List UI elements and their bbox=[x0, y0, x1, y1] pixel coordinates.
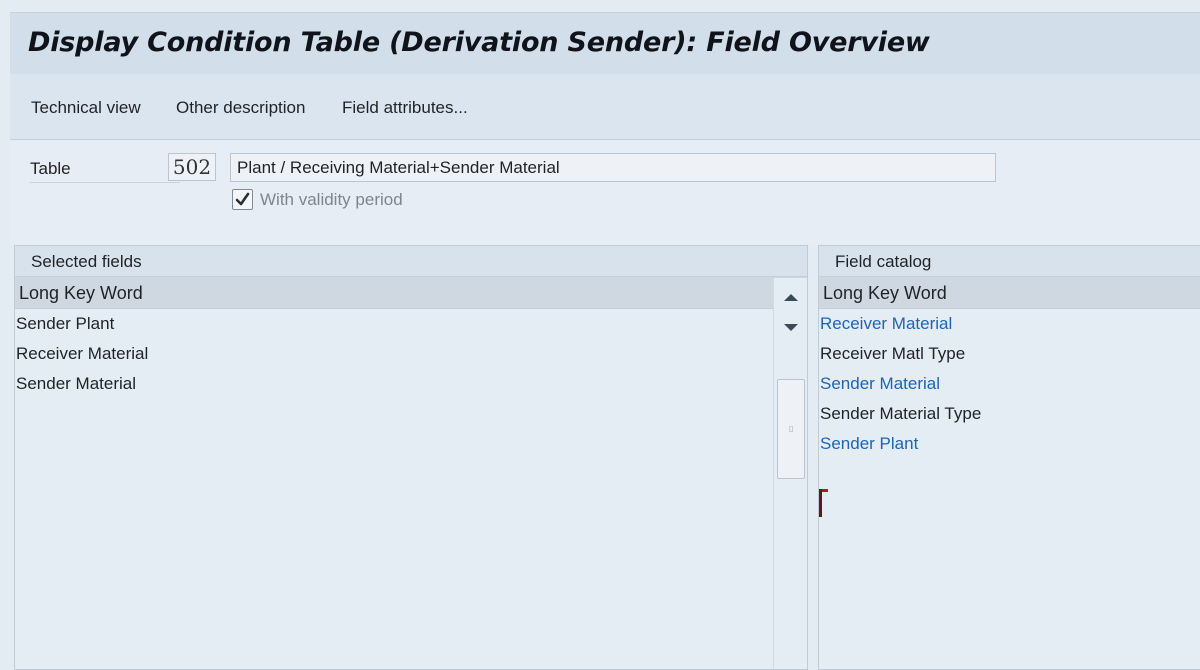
selected-field-row[interactable]: Sender Material bbox=[15, 369, 807, 399]
catalog-field-row[interactable]: Receiver Material bbox=[819, 309, 1200, 339]
selected-field-row[interactable]: Receiver Material bbox=[15, 339, 807, 369]
catalog-field-row[interactable]: Sender Material bbox=[819, 369, 1200, 399]
title-bar: Display Condition Table (Derivation Send… bbox=[10, 12, 1200, 74]
other-description-button[interactable]: Other description bbox=[176, 98, 305, 118]
selected-fields-title: Selected fields bbox=[15, 246, 807, 277]
validity-period-label: With validity period bbox=[260, 190, 403, 209]
selected-fields-column-header[interactable]: Long Key Word bbox=[15, 277, 807, 309]
scrollbar-thumb[interactable]: ▯ bbox=[777, 379, 805, 479]
checkmark-icon bbox=[235, 192, 250, 206]
validity-period-checkbox[interactable] bbox=[232, 189, 253, 210]
technical-view-button[interactable]: Technical view bbox=[31, 98, 141, 118]
text-cursor-marker bbox=[819, 489, 829, 519]
page-title: Display Condition Table (Derivation Send… bbox=[28, 27, 930, 58]
table-label: Table bbox=[30, 159, 180, 183]
table-number-field[interactable]: 502 bbox=[168, 153, 216, 181]
chevron-down-icon[interactable] bbox=[781, 318, 801, 336]
chevron-up-icon[interactable] bbox=[781, 288, 801, 306]
catalog-field-row[interactable]: Receiver Matl Type bbox=[819, 339, 1200, 369]
selected-field-row[interactable]: Sender Plant bbox=[15, 309, 807, 339]
field-attributes-button[interactable]: Field attributes... bbox=[342, 98, 468, 118]
application-toolbar: Technical view Other description Field a… bbox=[10, 74, 1200, 140]
field-catalog-column-header[interactable]: Long Key Word bbox=[819, 277, 1200, 309]
table-header-form: Table 502 Plant / Receiving Material+Sen… bbox=[10, 141, 1200, 245]
table-description-field[interactable]: Plant / Receiving Material+Sender Materi… bbox=[230, 153, 996, 182]
selected-fields-panel: Selected fields Long Key Word Sender Pla… bbox=[14, 245, 808, 670]
field-catalog-panel: Field catalog Long Key Word Receiver Mat… bbox=[818, 245, 1200, 670]
catalog-field-row[interactable]: Sender Plant bbox=[819, 429, 1200, 459]
field-catalog-title: Field catalog bbox=[819, 246, 1200, 277]
vertical-scrollbar[interactable]: ▯ bbox=[773, 278, 807, 669]
catalog-field-row[interactable]: Sender Material Type bbox=[819, 399, 1200, 429]
